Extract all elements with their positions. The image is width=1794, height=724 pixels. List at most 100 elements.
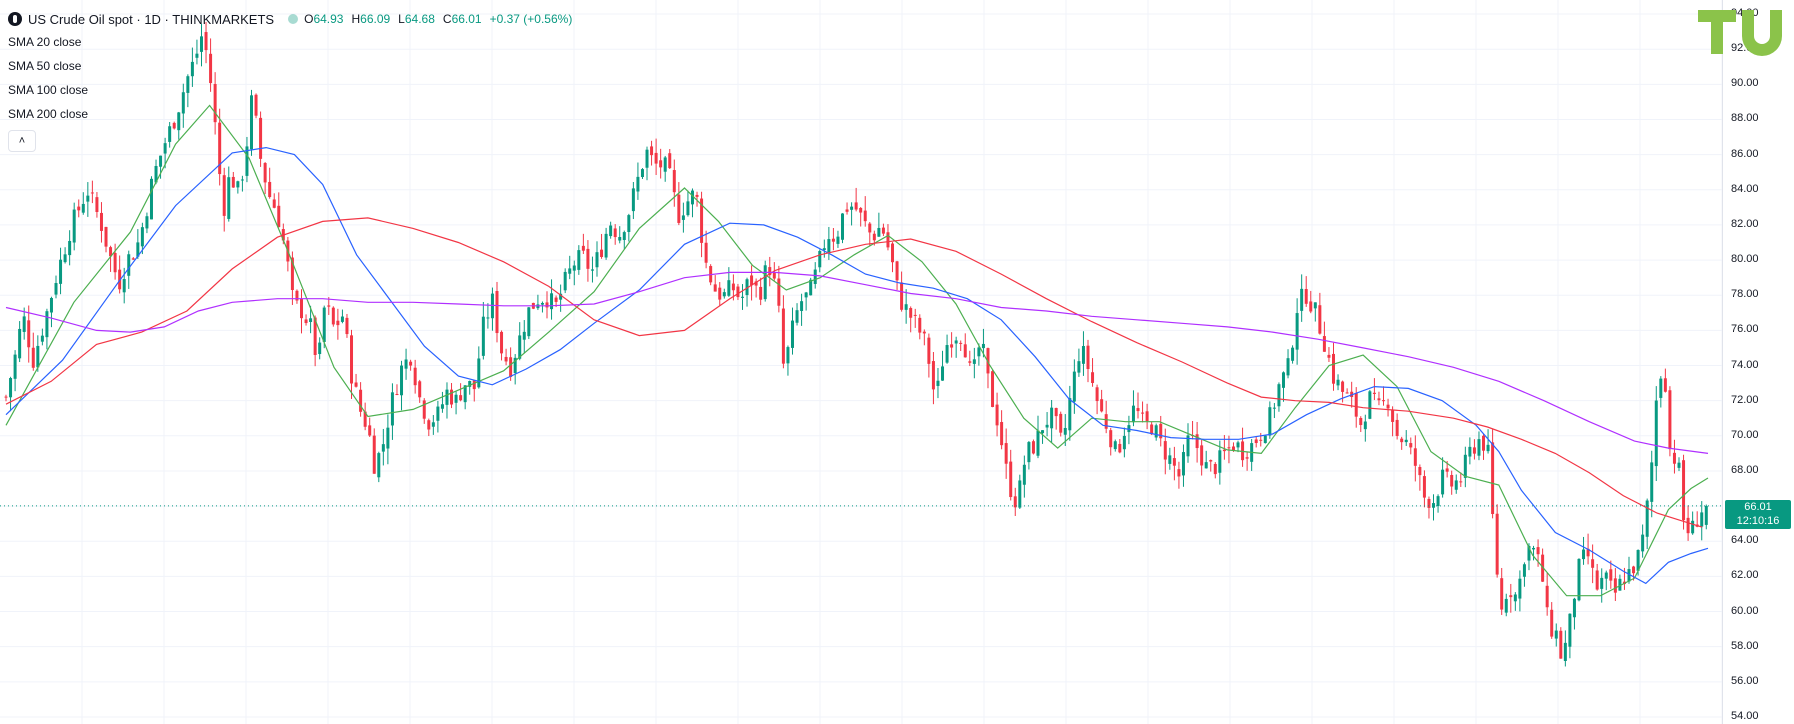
candle-down [272,199,276,208]
indicator-sma200[interactable]: SMA 200 close [8,102,572,126]
symbol-row[interactable]: US Crude Oil spot · 1D · THINKMARKETS O6… [8,8,572,30]
candle-up [850,206,854,210]
candle-up [377,453,381,478]
candle-up [1272,407,1276,409]
candle-down [1331,353,1335,384]
candle-down [781,308,785,364]
indicator-sma50[interactable]: SMA 50 close [8,54,572,78]
candle-down [300,298,304,319]
candle-up [595,252,599,268]
candle-down [1100,399,1104,412]
candle-up [386,427,390,449]
candle-down [1341,381,1345,392]
candle-up [36,345,40,368]
candle-down [1222,449,1226,452]
price-scale[interactable]: 94.0092.0090.0088.0086.0084.0082.0080.00… [1722,0,1794,724]
candle-up [763,265,767,300]
candle-up [722,292,726,297]
candle-up [1131,405,1135,423]
candle-down [450,389,454,405]
candle-down [718,287,722,300]
candle-down [1418,467,1422,476]
candle-down [222,175,226,216]
candle-up [159,155,163,167]
collapse-legend-button[interactable]: ˄ [8,130,36,152]
candle-up [1600,577,1604,589]
candle-down [1059,413,1063,433]
candle-down [586,248,590,269]
candle-down [472,380,476,390]
high-label: H [351,12,361,26]
candle-up [309,318,313,323]
candle-down [1259,439,1263,441]
candle-down [1091,372,1095,383]
candle-up [59,259,63,284]
candle-down [831,238,835,242]
candle-up [1154,425,1158,438]
candle-down [1391,410,1395,422]
candle-up [1291,347,1295,361]
candle-up [1441,469,1445,495]
candle-up [1604,572,1608,579]
candle-down [991,371,995,407]
candle-down [659,160,663,168]
indicator-sma20[interactable]: SMA 20 close [8,30,572,54]
open-value: 64.93 [313,12,344,26]
candle-down [1413,448,1417,466]
candle-down [231,176,235,188]
candle-up [827,239,831,253]
candle-up [795,310,799,323]
candle-down [918,317,922,333]
candle-up [1563,642,1567,661]
candle-up [63,254,67,263]
tradingview-logo [1698,10,1782,56]
candle-down [736,286,740,298]
candle-down [1118,443,1122,453]
candle-down [963,344,967,358]
candle-down [1445,468,1449,472]
price-tick-label: 56.00 [1731,674,1759,687]
candle-up [390,392,394,426]
candle-up [445,389,449,405]
candle-up [577,250,581,270]
candle-down [731,283,735,291]
candle-up [904,304,908,310]
candle-down [1095,387,1099,402]
symbol-title[interactable]: US Crude Oil spot · 1D · THINKMARKETS [28,12,274,27]
candle-down [1104,414,1108,429]
candle-down [1591,559,1595,568]
candle-down [1491,442,1495,515]
candle-up [1181,452,1185,476]
candle-down [545,302,549,308]
price-tick-label: 58.00 [1731,639,1759,652]
candle-up [1477,439,1481,456]
candle-up [1281,372,1285,388]
candle-down [872,233,876,241]
candle-down [868,223,872,233]
candle-down [90,192,94,194]
candle-down [1686,517,1690,534]
price-tick-label: 86.00 [1731,147,1759,160]
indicator-sma100[interactable]: SMA 100 close [8,78,572,102]
candle-down [1559,630,1563,659]
candle-up [1532,547,1536,550]
candle-down [772,273,776,279]
price-tick-label: 68.00 [1731,463,1759,476]
candle-up [1704,505,1708,525]
candle-up [681,215,685,220]
candle-down [1004,443,1008,464]
candle-down [668,153,672,169]
candle-down [1009,461,1013,498]
candle-up [22,316,26,332]
candle-down [1495,513,1499,575]
candle-up [740,296,744,298]
candle-down [581,245,585,251]
candle-down [750,275,754,286]
candle-down [1386,404,1390,409]
candle-down [1304,289,1308,304]
candle-down [677,194,681,223]
sma200-line [5,271,1709,454]
price-tick-label: 60.00 [1731,604,1759,617]
candle-up [1204,462,1208,469]
candle-up [1522,564,1526,577]
